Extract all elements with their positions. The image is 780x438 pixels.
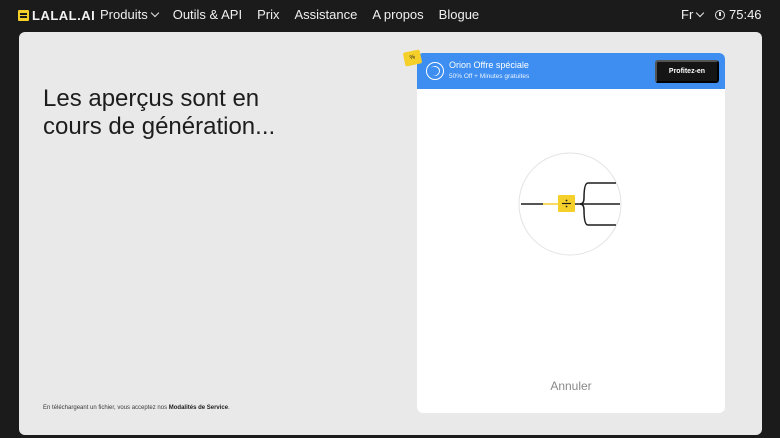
menu-item-produits[interactable]: Produits [100, 7, 159, 22]
menu-item-label: Assistance [294, 7, 358, 22]
chevron-down-icon [150, 8, 159, 18]
menu-item-assistance[interactable]: Assistance [294, 7, 357, 22]
promo-banner: Orion Offre spéciale 50% Off + Minutes g… [417, 53, 725, 89]
logo-text: LALAL.AI [32, 8, 96, 23]
profitez-en-button[interactable]: Profitez-en [655, 60, 719, 83]
main-menu: Produits Outils & API Prix Assistance A … [100, 7, 479, 22]
promo-subtitle: 50% Off + Minutes gratuites [449, 73, 530, 80]
menu-item-prix[interactable]: Prix [257, 7, 279, 22]
menu-item-outils-api[interactable]: Outils & API [173, 7, 242, 22]
menu-item-blogue[interactable]: Blogue [439, 7, 479, 22]
page-title: Les aperçus sont en cours de génération.… [43, 85, 363, 141]
top-nav: LALAL.AI Produits Outils & API Prix Assi… [0, 0, 780, 32]
minutes-balance[interactable]: 75:46 [715, 7, 762, 22]
menu-item-label: Blogue [438, 7, 480, 22]
orion-icon [426, 62, 444, 80]
minutes-value: 75:46 [729, 7, 762, 22]
language-selector[interactable]: Fr [681, 7, 705, 22]
menu-item-label: Produits [100, 7, 148, 22]
menu-item-label: Outils & API [172, 7, 243, 22]
terms-suffix: . [228, 405, 230, 411]
output-line-bottom [579, 203, 616, 226]
logo[interactable]: LALAL.AI [18, 8, 95, 23]
promo-title: Orion Offre spéciale [449, 60, 529, 70]
headline-line-1: Les aperçus sont en [43, 85, 260, 112]
chevron-down-icon [696, 8, 705, 18]
terms-text: En téléchargeant un fichier, vous accept… [43, 405, 169, 411]
menu-item-label: A propos [372, 7, 424, 22]
lalal-logo-icon [18, 10, 29, 21]
cancel-button[interactable]: Annuler [417, 379, 725, 393]
menu-item-label: Prix [257, 7, 280, 22]
language-label: Fr [681, 7, 694, 22]
processing-card: Orion Offre spéciale 50% Off + Minutes g… [417, 53, 725, 413]
clock-icon [715, 9, 725, 20]
splitter-loader [518, 152, 622, 256]
terms-notice: En téléchargeant un fichier, vous accept… [43, 405, 230, 411]
main-panel: Les aperçus sont en cours de génération.… [19, 32, 762, 435]
headline-line-2: cours de génération... [43, 113, 276, 140]
menu-item-a-propos[interactable]: A propos [372, 7, 423, 22]
terms-of-service-link[interactable]: Modalités de Service [169, 405, 228, 411]
output-line-top [575, 182, 616, 205]
